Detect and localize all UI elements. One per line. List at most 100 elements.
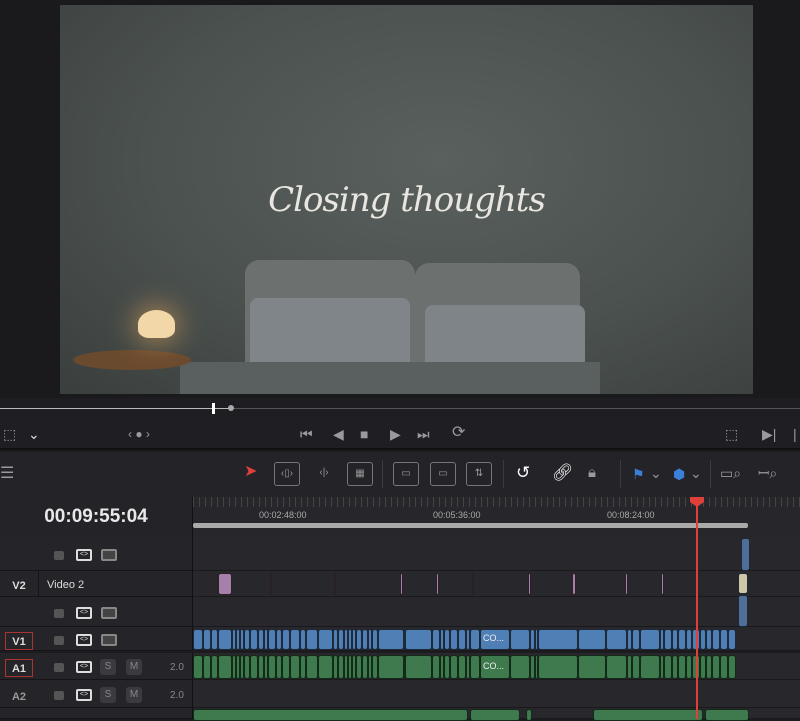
audio-clip[interactable] bbox=[250, 655, 258, 679]
track-lane[interactable] bbox=[193, 680, 800, 708]
audio-clip[interactable] bbox=[538, 655, 578, 679]
stop-icon[interactable]: ■ bbox=[360, 426, 368, 442]
video-clip[interactable] bbox=[203, 629, 211, 650]
step-back-icon[interactable]: ◀ bbox=[333, 426, 344, 442]
auto-select-icon[interactable]: <> bbox=[76, 661, 92, 673]
scrubber-handle[interactable] bbox=[212, 403, 215, 414]
video-clip[interactable] bbox=[720, 629, 728, 650]
track-id[interactable]: A2 bbox=[5, 687, 33, 705]
next-edit-icon[interactable]: ▶| bbox=[762, 426, 776, 442]
audio-clip[interactable] bbox=[578, 655, 606, 679]
prev-edit-icon[interactable]: | bbox=[793, 426, 797, 442]
title-clip[interactable] bbox=[400, 573, 403, 595]
title-clip[interactable] bbox=[218, 573, 232, 595]
zoom-detail-icon[interactable]: ꟷ⌕ bbox=[758, 465, 777, 481]
overwrite-clip-icon[interactable]: ▭ bbox=[430, 462, 456, 486]
marker-icon[interactable]: ⬢ bbox=[673, 466, 685, 482]
video-clip[interactable] bbox=[578, 629, 606, 650]
play-icon[interactable]: ▶ bbox=[390, 426, 401, 442]
trim-tool-icon[interactable]: ‹▯› bbox=[274, 462, 300, 486]
music-clip[interactable] bbox=[470, 709, 520, 721]
chevron-down-icon[interactable]: ⌄ bbox=[690, 465, 702, 481]
snapping-icon[interactable]: ↺ bbox=[516, 464, 530, 481]
video-clip[interactable] bbox=[640, 629, 660, 650]
music-clip[interactable] bbox=[593, 709, 703, 721]
link-icon[interactable]: 🔗︎ bbox=[552, 464, 574, 481]
video-clip[interactable] bbox=[538, 629, 578, 650]
title-clip[interactable] bbox=[625, 573, 628, 595]
video-clip[interactable] bbox=[741, 538, 750, 571]
lock-icon[interactable] bbox=[54, 691, 64, 700]
keyframe-nav-icon[interactable]: ‹ ● › bbox=[128, 426, 150, 442]
audio-clip[interactable] bbox=[318, 655, 333, 679]
title-clip[interactable] bbox=[738, 573, 748, 594]
video-clip[interactable] bbox=[211, 629, 218, 650]
auto-select-icon[interactable]: <> bbox=[76, 689, 92, 701]
track-lane[interactable] bbox=[193, 597, 800, 627]
title-clip[interactable] bbox=[572, 573, 576, 595]
music-clip[interactable] bbox=[526, 709, 532, 721]
mute-button[interactable]: M bbox=[126, 659, 142, 675]
flag-icon[interactable]: ⚑ bbox=[632, 466, 645, 482]
zoom-full-icon[interactable]: ▭⌕ bbox=[720, 465, 741, 481]
video-clip[interactable] bbox=[510, 629, 530, 650]
video-clip[interactable] bbox=[458, 629, 466, 650]
replace-clip-icon[interactable]: ⇅ bbox=[466, 462, 492, 486]
title-clip[interactable] bbox=[334, 573, 336, 595]
video-clip[interactable] bbox=[728, 629, 736, 650]
video-clip[interactable] bbox=[193, 629, 203, 650]
timeline-scrollbar[interactable] bbox=[193, 523, 748, 528]
playhead[interactable] bbox=[696, 497, 698, 719]
video-clip[interactable] bbox=[606, 629, 627, 650]
video-clip[interactable] bbox=[632, 629, 640, 650]
audio-clip[interactable] bbox=[678, 655, 686, 679]
audio-clip[interactable] bbox=[606, 655, 627, 679]
track-lane[interactable] bbox=[193, 571, 800, 597]
audio-clip[interactable] bbox=[450, 655, 458, 679]
video-clip[interactable] bbox=[678, 629, 686, 650]
track-name[interactable]: Video 2 bbox=[47, 579, 84, 591]
title-clip[interactable] bbox=[661, 573, 664, 595]
lock-icon[interactable] bbox=[54, 663, 64, 672]
audio-clip[interactable] bbox=[640, 655, 660, 679]
timeline-view-options-icon[interactable]: ☰ bbox=[0, 466, 14, 482]
video-clip[interactable] bbox=[290, 629, 300, 650]
chevron-down-icon[interactable]: ⌄ bbox=[28, 426, 40, 442]
audio-clip[interactable] bbox=[632, 655, 640, 679]
mute-button[interactable]: M bbox=[126, 687, 142, 703]
audio-clip[interactable] bbox=[405, 655, 432, 679]
jump-to-start-icon[interactable]: ⏮ bbox=[300, 426, 313, 442]
audio-clip[interactable] bbox=[282, 655, 290, 679]
track-enable-icon[interactable] bbox=[101, 607, 117, 619]
track-enable-icon[interactable] bbox=[101, 549, 117, 561]
audio-clip[interactable] bbox=[720, 655, 728, 679]
audio-clip[interactable] bbox=[290, 655, 300, 679]
solo-button[interactable]: S bbox=[100, 659, 116, 675]
chevron-down-icon[interactable]: ⌄ bbox=[650, 465, 662, 481]
video-clip[interactable] bbox=[712, 629, 720, 650]
video-clip[interactable] bbox=[218, 629, 232, 650]
audio-clip[interactable] bbox=[510, 655, 530, 679]
title-clip[interactable] bbox=[436, 573, 439, 595]
track-lane[interactable] bbox=[193, 537, 800, 571]
video-clip[interactable] bbox=[738, 595, 748, 627]
position-lock-icon[interactable]: 🔒︎ bbox=[588, 465, 596, 481]
auto-select-icon[interactable]: <> bbox=[76, 549, 92, 561]
loop-icon[interactable]: ⟳ bbox=[452, 425, 465, 441]
timeline-ruler[interactable]: 00:02:48:00 00:05:36:00 00:08:24:00 bbox=[193, 497, 800, 537]
viewer-scrubber[interactable] bbox=[0, 398, 800, 418]
jump-to-end-icon[interactable]: ⏭ bbox=[417, 426, 430, 442]
audio-clip[interactable] bbox=[211, 655, 218, 679]
razor-icon[interactable]: ▦ bbox=[347, 462, 373, 486]
audio-clip[interactable] bbox=[218, 655, 232, 679]
auto-select-icon[interactable]: <> bbox=[76, 607, 92, 619]
video-clip[interactable] bbox=[405, 629, 432, 650]
lock-icon[interactable] bbox=[54, 636, 64, 645]
match-frame-icon[interactable]: ⬚ bbox=[725, 426, 738, 442]
audio-clip[interactable] bbox=[712, 655, 720, 679]
selection-tool-icon[interactable]: ➤ bbox=[244, 464, 257, 480]
track-id[interactable]: V1 bbox=[5, 632, 33, 650]
title-clip[interactable] bbox=[472, 573, 474, 595]
audio-clip[interactable] bbox=[378, 655, 404, 679]
audio-clip[interactable] bbox=[728, 655, 736, 679]
